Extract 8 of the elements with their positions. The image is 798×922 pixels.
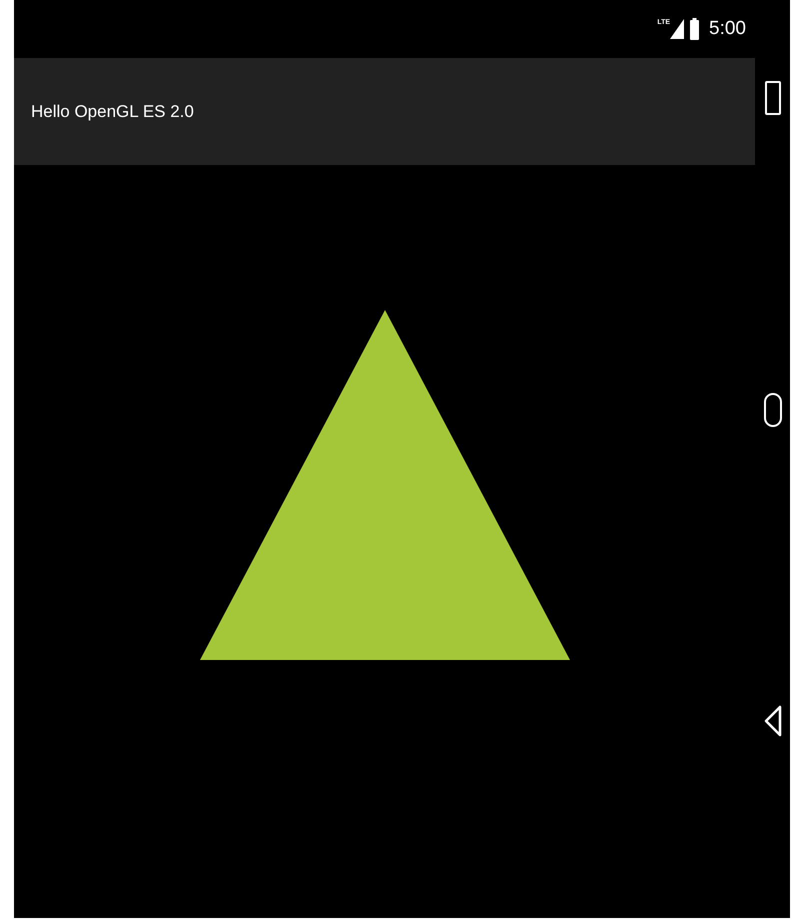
clock-time: 5:00 [709,16,746,41]
battery-icon [690,18,700,40]
signal-icon [670,19,684,39]
back-button[interactable] [762,704,782,738]
home-button[interactable] [764,392,782,426]
back-icon [764,705,782,737]
recents-button[interactable] [764,81,780,115]
app-title: Hello OpenGL ES 2.0 [31,100,194,123]
